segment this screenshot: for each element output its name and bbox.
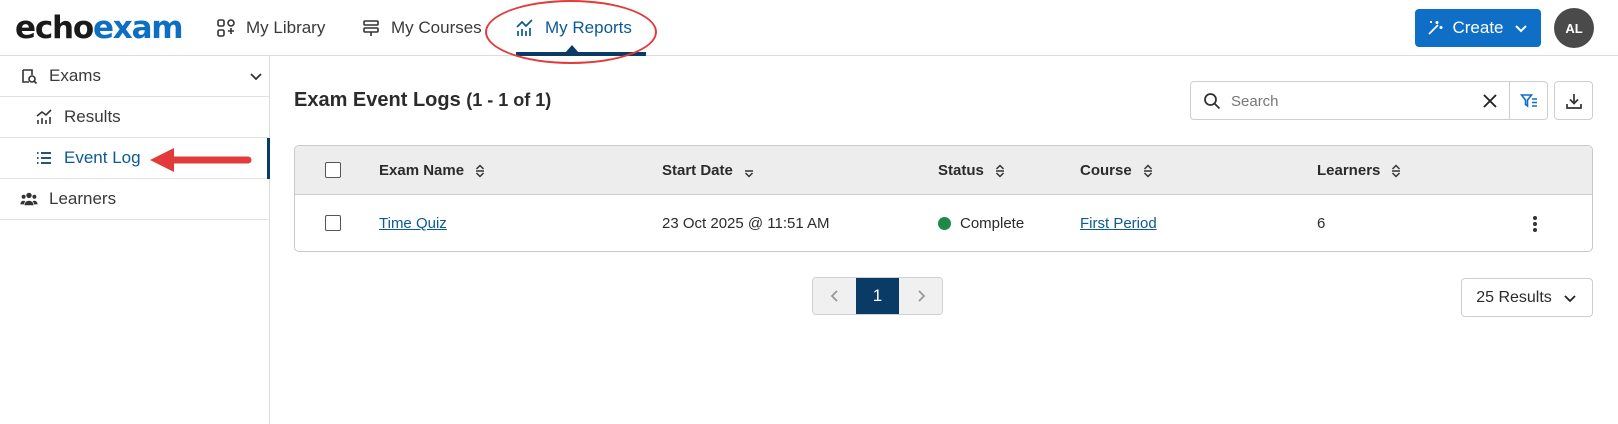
column-header-learners[interactable]: Learners [1317, 146, 1402, 195]
cell-start-date: 23 Oct 2025 @ 11:51 AM [662, 215, 830, 232]
row-more-actions-icon[interactable] [1527, 215, 1543, 233]
nav-my-courses[interactable]: My Courses [361, 0, 482, 56]
cell-exam-name: Time Quiz [379, 195, 447, 251]
event-log-table: Exam Name Start Date Status Course Learn… [294, 145, 1593, 252]
status-complete-dot [938, 217, 951, 230]
create-button[interactable]: Create [1415, 9, 1541, 47]
column-label: Exam Name [379, 162, 465, 179]
download-icon [1565, 93, 1582, 109]
pagination: 1 [812, 277, 943, 315]
chevron-left-icon [830, 290, 838, 302]
chevron-down-icon [1564, 294, 1576, 302]
page-1-button[interactable]: 1 [856, 278, 899, 314]
sort-icon [1392, 163, 1401, 178]
sidebar: Exams Results Event Log Learners [0, 56, 270, 424]
echoexam-logo[interactable]: echoexam [15, 8, 184, 48]
sort-icon [1143, 163, 1152, 178]
chevron-right-icon [917, 290, 925, 302]
chevron-down-icon [250, 73, 262, 81]
sidebar-item-results[interactable]: Results [0, 97, 269, 138]
courses-icon [363, 20, 379, 36]
column-label: Course [1080, 162, 1132, 179]
logo-echo-text: echo [15, 10, 94, 46]
nav-active-caret [565, 45, 579, 53]
table-header: Exam Name Start Date Status Course Learn… [295, 146, 1592, 195]
row-checkbox[interactable] [325, 215, 341, 231]
column-label: Learners [1317, 162, 1381, 179]
create-label: Create [1452, 18, 1504, 37]
column-header-status[interactable]: Status [938, 146, 1006, 195]
sidebar-item-label: Results [64, 107, 121, 126]
nav-label: My Reports [545, 18, 632, 37]
sidebar-item-learners[interactable]: Learners [0, 179, 269, 220]
sort-icon [995, 163, 1004, 178]
column-header-course[interactable]: Course [1080, 146, 1154, 195]
sidebar-item-exams[interactable]: Exams [0, 56, 269, 97]
reports-chart-icon [516, 19, 533, 36]
column-header-exam-name[interactable]: Exam Name [379, 146, 486, 195]
chevron-down-icon [1514, 25, 1527, 33]
top-bar: echoexam My Library My Courses My Report… [0, 0, 1618, 64]
previous-page-button[interactable] [813, 278, 856, 314]
learners-icon [20, 192, 38, 206]
nav-label: My Library [246, 18, 326, 37]
cell-learners: 6 [1317, 215, 1326, 232]
next-page-button[interactable] [899, 278, 942, 314]
course-link[interactable]: First Period [1080, 215, 1157, 232]
table-row: Time Quiz 23 Oct 2025 @ 11:51 AM Complet… [295, 195, 1592, 251]
column-header-start-date[interactable]: Start Date [662, 146, 755, 195]
download-button[interactable] [1554, 81, 1593, 120]
sort-descending-icon [744, 169, 753, 178]
filter-button[interactable] [1510, 81, 1548, 120]
logo-exam-text: exam [92, 10, 184, 46]
status-label: Complete [960, 215, 1025, 232]
exams-icon [22, 69, 38, 85]
library-icon [217, 19, 235, 37]
page-title: Exam Event Logs (1 - 1 of 1) [294, 89, 551, 112]
user-avatar[interactable]: AL [1554, 8, 1594, 48]
page-title-text: Exam Event Logs [294, 89, 461, 111]
search-box [1190, 81, 1510, 120]
column-label: Status [938, 162, 984, 179]
cell-status: Complete [938, 195, 1025, 251]
nav-my-library[interactable]: My Library [216, 0, 325, 56]
nav-label: My Courses [391, 18, 482, 37]
clear-search-icon[interactable] [1481, 92, 1499, 110]
sidebar-active-indicator [267, 138, 270, 179]
sidebar-item-event-log[interactable]: Event Log [0, 138, 270, 179]
list-icon [37, 152, 51, 164]
column-label: Start Date [662, 162, 733, 179]
nav-active-indicator [516, 52, 646, 56]
magic-wand-icon [1428, 21, 1443, 35]
exam-name-link[interactable]: Time Quiz [379, 215, 447, 232]
search-input[interactable] [1231, 90, 1461, 112]
sort-icon [476, 163, 485, 178]
filter-icon [1519, 93, 1537, 108]
result-count: (1 - 1 of 1) [466, 90, 552, 110]
sidebar-item-label: Learners [49, 189, 117, 208]
results-per-page-label: 25 Results [1476, 288, 1552, 306]
cell-course: First Period [1080, 195, 1157, 251]
sidebar-item-label: Event Log [64, 148, 141, 167]
results-per-page-select[interactable]: 25 Results [1461, 278, 1593, 317]
select-all-checkbox[interactable] [325, 162, 341, 178]
results-chart-icon [36, 109, 52, 124]
search-icon [1204, 93, 1221, 110]
sidebar-item-label: Exams [49, 66, 101, 85]
